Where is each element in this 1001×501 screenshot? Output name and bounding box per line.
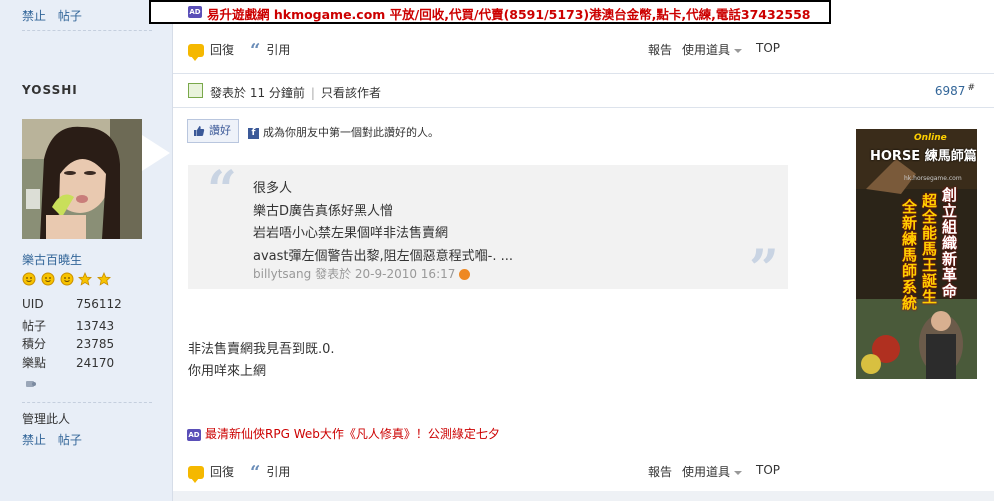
- stat-posts: 帖子 13743: [22, 319, 115, 333]
- sun-icon: [60, 272, 74, 286]
- quote-icon: “: [250, 39, 261, 61]
- sidebar-bottom-links: 禁止 帖子: [22, 431, 90, 448]
- chevron-down-icon: [734, 470, 743, 475]
- stat-uid: UID 756112: [22, 297, 122, 311]
- ban-link[interactable]: 禁止: [22, 433, 46, 447]
- star-icon: [78, 272, 93, 286]
- facebook-icon: f: [248, 127, 259, 139]
- side-ad-line: 全新練馬師系統: [902, 198, 918, 312]
- side-ad-title: HORSE 練馬師篇: [870, 149, 977, 164]
- post-time: 發表於 11 分鐘前: [210, 86, 305, 100]
- next-post-separator: [173, 491, 1001, 501]
- reply-icon: [188, 466, 204, 483]
- user-group[interactable]: 樂古百曉生: [22, 251, 82, 268]
- stat-credits: 樂點 24170: [22, 356, 115, 370]
- stat-points: 積分 23785: [22, 337, 115, 351]
- author-sidebar: 禁止 帖子 YOSSHI 樂古百曉生 UID 756112 帖子 13743 積分 2…: [0, 0, 173, 501]
- post-body-line: 你用咩來上網: [188, 364, 267, 379]
- quote-icon: “: [250, 461, 261, 483]
- reply-icon: [188, 44, 204, 61]
- use-tools-menu[interactable]: 使用道具: [682, 41, 743, 58]
- inline-ad[interactable]: AD 最清新仙俠RPG Web大作《凡人修真》！公測綠定七夕: [187, 425, 500, 442]
- post-header: 發表於 11 分鐘前 | 只看該作者 6987 #: [173, 73, 1001, 108]
- posts-link[interactable]: 帖子: [58, 433, 82, 447]
- facebook-like-text: f 成為你朋友中第一個對此讚好的人。: [248, 124, 439, 140]
- side-ad-image[interactable]: Online HORSE 練馬師篇 hk.horsegame.com 創立組織新…: [856, 129, 977, 379]
- use-tools-menu[interactable]: 使用道具: [682, 463, 743, 480]
- reply-button[interactable]: 回復: [188, 463, 234, 483]
- top-ad-text[interactable]: 易升遊戲網 hkmogame.com 平放/回收,代買/代賣(8591/5173…: [207, 4, 810, 23]
- post-meta: 發表於 11 分鐘前 | 只看該作者: [210, 86, 381, 100]
- ad-badge-icon: AD: [188, 6, 202, 18]
- side-ad-line: 創立組織新革命: [942, 186, 958, 300]
- sun-icon: [41, 272, 55, 286]
- only-author-link[interactable]: 只看該作者: [321, 86, 381, 100]
- side-ad-line: 超全能馬王誕生: [922, 192, 938, 306]
- thumbs-up-icon: [194, 126, 205, 136]
- side-ad-url: hk.horsegame.com: [904, 175, 962, 182]
- open-quote-icon: “: [207, 160, 237, 221]
- quote-button[interactable]: “引用: [250, 39, 290, 61]
- star-icon: [97, 272, 112, 286]
- quote-button[interactable]: “引用: [250, 461, 290, 483]
- go-to-post-icon[interactable]: [459, 269, 471, 280]
- like-button[interactable]: 讚好: [187, 119, 239, 143]
- quote-block: “ 很多人 樂古D廣告真係好黑人憎 岩岩唔小心禁左果個咩非法售賣網 avast彈…: [188, 161, 788, 300]
- divider: [22, 30, 152, 31]
- top-link[interactable]: TOP: [756, 463, 780, 477]
- sun-icon: [22, 272, 36, 286]
- chevron-down-icon: [734, 48, 743, 53]
- ad-badge-icon: AD: [187, 428, 201, 441]
- online-status-icon: [26, 381, 36, 387]
- quote-line: 岩岩唔小心禁左果個咩非法售賣網: [253, 226, 449, 241]
- post-action-bar: 回復 “引用 報告 使用道具 TOP: [173, 30, 1001, 66]
- quote-line: 樂古D廣告真係好黑人憎: [253, 204, 394, 219]
- avatar[interactable]: [22, 119, 142, 239]
- post-status-icon: [188, 83, 203, 98]
- quote-attribution: billytsang 發表於 20-9-2010 16:17: [253, 265, 471, 282]
- ban-link[interactable]: 禁止: [22, 9, 46, 23]
- top-link[interactable]: TOP: [756, 41, 780, 55]
- quote-line: avast彈左個警告出黎,阻左個惡意程式嗰-. ...: [253, 249, 513, 264]
- rank-stars: [22, 272, 112, 289]
- side-ad-brand: Online: [914, 133, 947, 143]
- post-body-line: 非法售賣網我見吾到既.0.: [188, 342, 335, 357]
- posts-link[interactable]: 帖子: [58, 9, 82, 23]
- post-number[interactable]: 6987 #: [935, 83, 975, 98]
- reply-button[interactable]: 回復: [188, 41, 234, 61]
- quote-line: 很多人: [253, 181, 293, 196]
- close-quote-icon: ”: [749, 239, 779, 300]
- manage-user-label: 管理此人: [22, 412, 71, 426]
- scrollbar[interactable]: [994, 0, 1001, 501]
- avatar-pointer: [142, 135, 170, 171]
- author-username[interactable]: YOSSHI: [22, 83, 78, 97]
- top-ad-banner[interactable]: AD 易升遊戲網 hkmogame.com 平放/回收,代買/代賣(8591/5…: [149, 0, 831, 24]
- post-action-bar: 回復 “引用 報告 使用道具 TOP: [173, 452, 1001, 488]
- divider: [22, 402, 152, 403]
- sidebar-top-links: 禁止 帖子: [22, 7, 90, 24]
- report-link[interactable]: 報告: [648, 41, 672, 58]
- report-link[interactable]: 報告: [648, 463, 672, 480]
